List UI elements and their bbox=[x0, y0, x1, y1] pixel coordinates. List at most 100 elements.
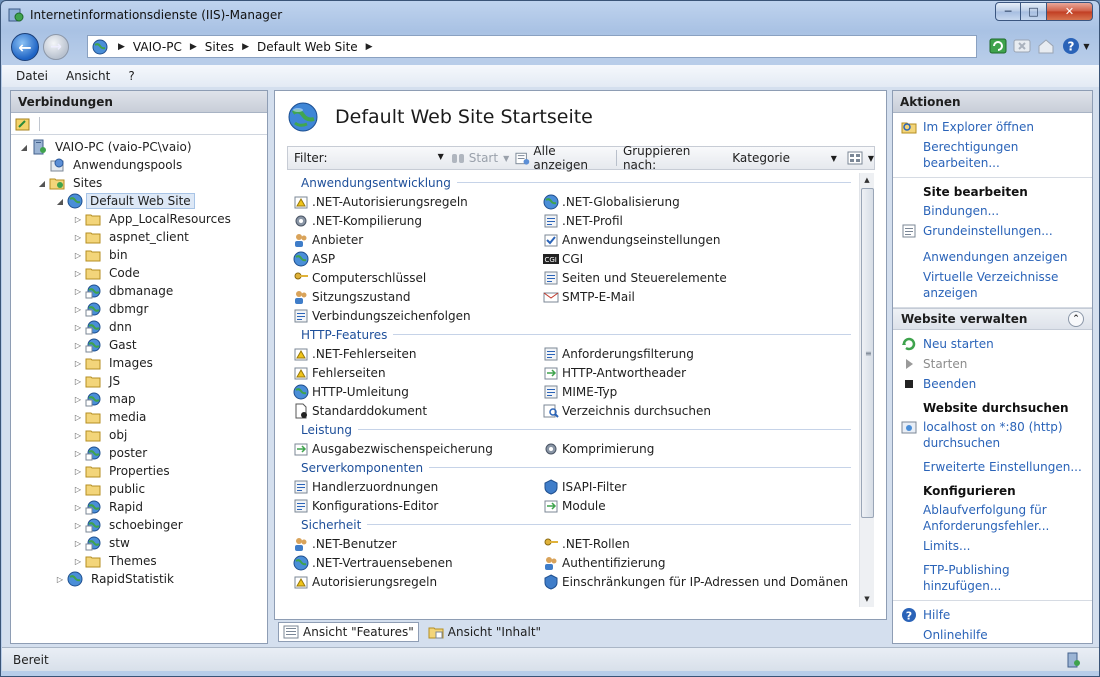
refresh-icon[interactable] bbox=[987, 35, 1009, 57]
minimize-button[interactable]: ─ bbox=[995, 2, 1021, 21]
feature-asp[interactable]: ASP bbox=[293, 249, 543, 268]
feature-handlerzuordnungen[interactable]: Handlerzuordnungen bbox=[293, 477, 543, 496]
expand-arrow-icon[interactable]: ▷ bbox=[73, 359, 83, 368]
feature-computerschlüssel[interactable]: Computerschlüssel bbox=[293, 268, 543, 287]
expand-arrow-icon[interactable]: ▷ bbox=[73, 431, 83, 440]
feature-standarddokument[interactable]: Standarddokument bbox=[293, 401, 543, 420]
tree-node-server[interactable]: ◢ VAIO-PC (vaio-PC\vaio) bbox=[11, 138, 267, 156]
action-view-virtual-directories[interactable]: Virtuelle Verzeichnisse anzeigen bbox=[893, 267, 1092, 303]
action-restart[interactable]: Neu starten bbox=[893, 334, 1092, 354]
home-icon[interactable] bbox=[1035, 35, 1057, 57]
collapse-arrow-icon[interactable]: ◢ bbox=[37, 179, 47, 188]
category-http-features[interactable]: HTTP-Features bbox=[287, 325, 859, 344]
tree-node-aspnet-client[interactable]: ▷ aspnet_client bbox=[11, 228, 267, 246]
scroll-down-arrow-icon[interactable]: ▼ bbox=[860, 592, 874, 607]
expand-arrow-icon[interactable]: ▷ bbox=[73, 485, 83, 494]
action-limits[interactable]: Limits... bbox=[893, 536, 1092, 556]
feature-http-umleitung[interactable]: HTTP-Umleitung bbox=[293, 382, 543, 401]
feature-net-autorisierungsregeln[interactable]: .NET-Autorisierungsregeln bbox=[293, 192, 543, 211]
tree-node-app-pools[interactable]: Anwendungspools bbox=[11, 156, 267, 174]
tree-node-poster[interactable]: ▷ poster bbox=[11, 444, 267, 462]
feature-net-fehlerseiten[interactable]: .NET-Fehlerseiten bbox=[293, 344, 543, 363]
feature-net-globalisierung[interactable]: .NET-Globalisierung bbox=[543, 192, 843, 211]
expand-arrow-icon[interactable]: ▷ bbox=[55, 575, 65, 584]
breadcrumb-sites[interactable]: Sites bbox=[205, 40, 234, 54]
tree-node-obj[interactable]: ▷ obj bbox=[11, 426, 267, 444]
maximize-button[interactable]: □ bbox=[1021, 2, 1047, 21]
breadcrumb-default-web-site[interactable]: Default Web Site bbox=[257, 40, 358, 54]
feature-anforderungsfilterung[interactable]: Anforderungsfilterung bbox=[543, 344, 843, 363]
feature-authentifizierung[interactable]: Authentifizierung bbox=[543, 553, 843, 572]
breadcrumb-vaio-pc[interactable]: VAIO-PC bbox=[133, 40, 182, 54]
feature-module[interactable]: Module bbox=[543, 496, 843, 515]
close-button[interactable]: ✕ bbox=[1047, 2, 1093, 21]
feature-anwendungseinstellungen[interactable]: Anwendungseinstellungen bbox=[543, 230, 843, 249]
group-by-select[interactable]: Kategorie ▼ bbox=[728, 149, 841, 167]
action-advanced-settings[interactable]: Erweiterte Einstellungen... bbox=[893, 457, 1092, 477]
tree-node-themes[interactable]: ▷ Themes bbox=[11, 552, 267, 570]
feature-verzeichnis-durchsuchen[interactable]: Verzeichnis durchsuchen bbox=[543, 401, 843, 420]
breadcrumb-arrow-icon[interactable]: ▶ bbox=[242, 42, 249, 52]
action-browse-localhost[interactable]: localhost on *:80 (http) durchsuchen bbox=[893, 417, 1092, 453]
expand-arrow-icon[interactable]: ▷ bbox=[73, 323, 83, 332]
tree-node-schoebinger[interactable]: ▷ schoebinger bbox=[11, 516, 267, 534]
action-basic-settings[interactable]: Grundeinstellungen... bbox=[893, 221, 1092, 241]
feature-fehlerseiten[interactable]: Fehlerseiten bbox=[293, 363, 543, 382]
action-add-ftp-publishing[interactable]: FTP-Publishing hinzufügen... bbox=[893, 560, 1092, 596]
connect-icon[interactable] bbox=[15, 116, 31, 132]
back-button[interactable]: ← bbox=[11, 33, 39, 61]
menu-help[interactable]: ? bbox=[128, 69, 134, 83]
tree-node-public[interactable]: ▷ public bbox=[11, 480, 267, 498]
feature-anbieter[interactable]: Anbieter bbox=[293, 230, 543, 249]
feature-cgi[interactable]: CGI CGI bbox=[543, 249, 843, 268]
action-view-applications[interactable]: Anwendungen anzeigen bbox=[893, 247, 1092, 267]
feature-smtp-e-mail[interactable]: SMTP-E-Mail bbox=[543, 287, 843, 306]
feature-einschränkungen-für-ip-adressen-und-domänen[interactable]: Einschränkungen für IP-Adressen und Domä… bbox=[543, 572, 848, 591]
stop-icon[interactable] bbox=[1011, 35, 1033, 57]
collapse-arrow-icon[interactable]: ◢ bbox=[55, 197, 65, 206]
expand-arrow-icon[interactable]: ▷ bbox=[73, 287, 83, 296]
menu-file[interactable]: Datei bbox=[16, 69, 48, 83]
tree-node-rapid[interactable]: ▷ Rapid bbox=[11, 498, 267, 516]
category-leistung[interactable]: Leistung bbox=[287, 420, 859, 439]
feature-verbindungszeichenfolgen[interactable]: Verbindungszeichenfolgen bbox=[293, 306, 543, 325]
category-sicherheit[interactable]: Sicherheit bbox=[287, 515, 859, 534]
show-all-button[interactable]: Alle anzeigen bbox=[515, 144, 610, 172]
feature-mime-typ[interactable]: MIME-Typ bbox=[543, 382, 843, 401]
feature-komprimierung[interactable]: Komprimierung bbox=[543, 439, 843, 458]
tree-node-images[interactable]: ▷ Images bbox=[11, 354, 267, 372]
breadcrumb-arrow-icon[interactable]: ▶ bbox=[366, 42, 373, 52]
tree-node-sites[interactable]: ◢ Sites bbox=[11, 174, 267, 192]
expand-arrow-icon[interactable]: ▷ bbox=[73, 521, 83, 530]
collapse-chevron-icon[interactable]: ⌃ bbox=[1068, 311, 1084, 327]
tree-node-default-web-site[interactable]: ◢ Default Web Site bbox=[11, 192, 267, 210]
category-serverkomponenten[interactable]: Serverkomponenten bbox=[287, 458, 859, 477]
expand-arrow-icon[interactable]: ▷ bbox=[73, 377, 83, 386]
expand-arrow-icon[interactable]: ▷ bbox=[73, 449, 83, 458]
tree-node-map[interactable]: ▷ map bbox=[11, 390, 267, 408]
tree-node-bin[interactable]: ▷ bin bbox=[11, 246, 267, 264]
collapse-arrow-icon[interactable]: ◢ bbox=[19, 143, 29, 152]
expand-arrow-icon[interactable]: ▷ bbox=[73, 251, 83, 260]
features-scrollbar[interactable]: ▲ ≡ ▼ bbox=[859, 173, 874, 607]
tree-node-media[interactable]: ▷ media bbox=[11, 408, 267, 426]
tree-node-dbmanage[interactable]: ▷ dbmanage bbox=[11, 282, 267, 300]
expand-arrow-icon[interactable]: ▷ bbox=[73, 557, 83, 566]
breadcrumb-arrow-icon[interactable]: ▶ bbox=[190, 42, 197, 52]
tree-node-properties[interactable]: ▷ Properties bbox=[11, 462, 267, 480]
feature-net-vertrauensebenen[interactable]: .NET-Vertrauensebenen bbox=[293, 553, 543, 572]
action-start[interactable]: Starten bbox=[893, 354, 1092, 374]
view-mode-button[interactable]: ▼ bbox=[847, 150, 874, 166]
expand-arrow-icon[interactable]: ▷ bbox=[73, 503, 83, 512]
feature-net-profil[interactable]: .NET-Profil bbox=[543, 211, 843, 230]
tab-features-view[interactable]: Ansicht "Features" bbox=[278, 622, 419, 642]
tree-node-gast[interactable]: ▷ Gast bbox=[11, 336, 267, 354]
category-anwendungsentwicklung[interactable]: Anwendungsentwicklung bbox=[287, 173, 859, 192]
expand-arrow-icon[interactable]: ▷ bbox=[73, 539, 83, 548]
forward-button[interactable]: → bbox=[43, 34, 69, 60]
action-edit-permissions[interactable]: Berechtigungen bearbeiten... bbox=[893, 137, 1092, 173]
feature-seiten-und-steuerelemente[interactable]: Seiten und Steuerelemente bbox=[543, 268, 843, 287]
help-icon[interactable]: ? ▼ bbox=[1059, 35, 1093, 57]
tab-content-view[interactable]: Ansicht "Inhalt" bbox=[423, 622, 546, 642]
scroll-up-arrow-icon[interactable]: ▲ bbox=[860, 173, 874, 188]
